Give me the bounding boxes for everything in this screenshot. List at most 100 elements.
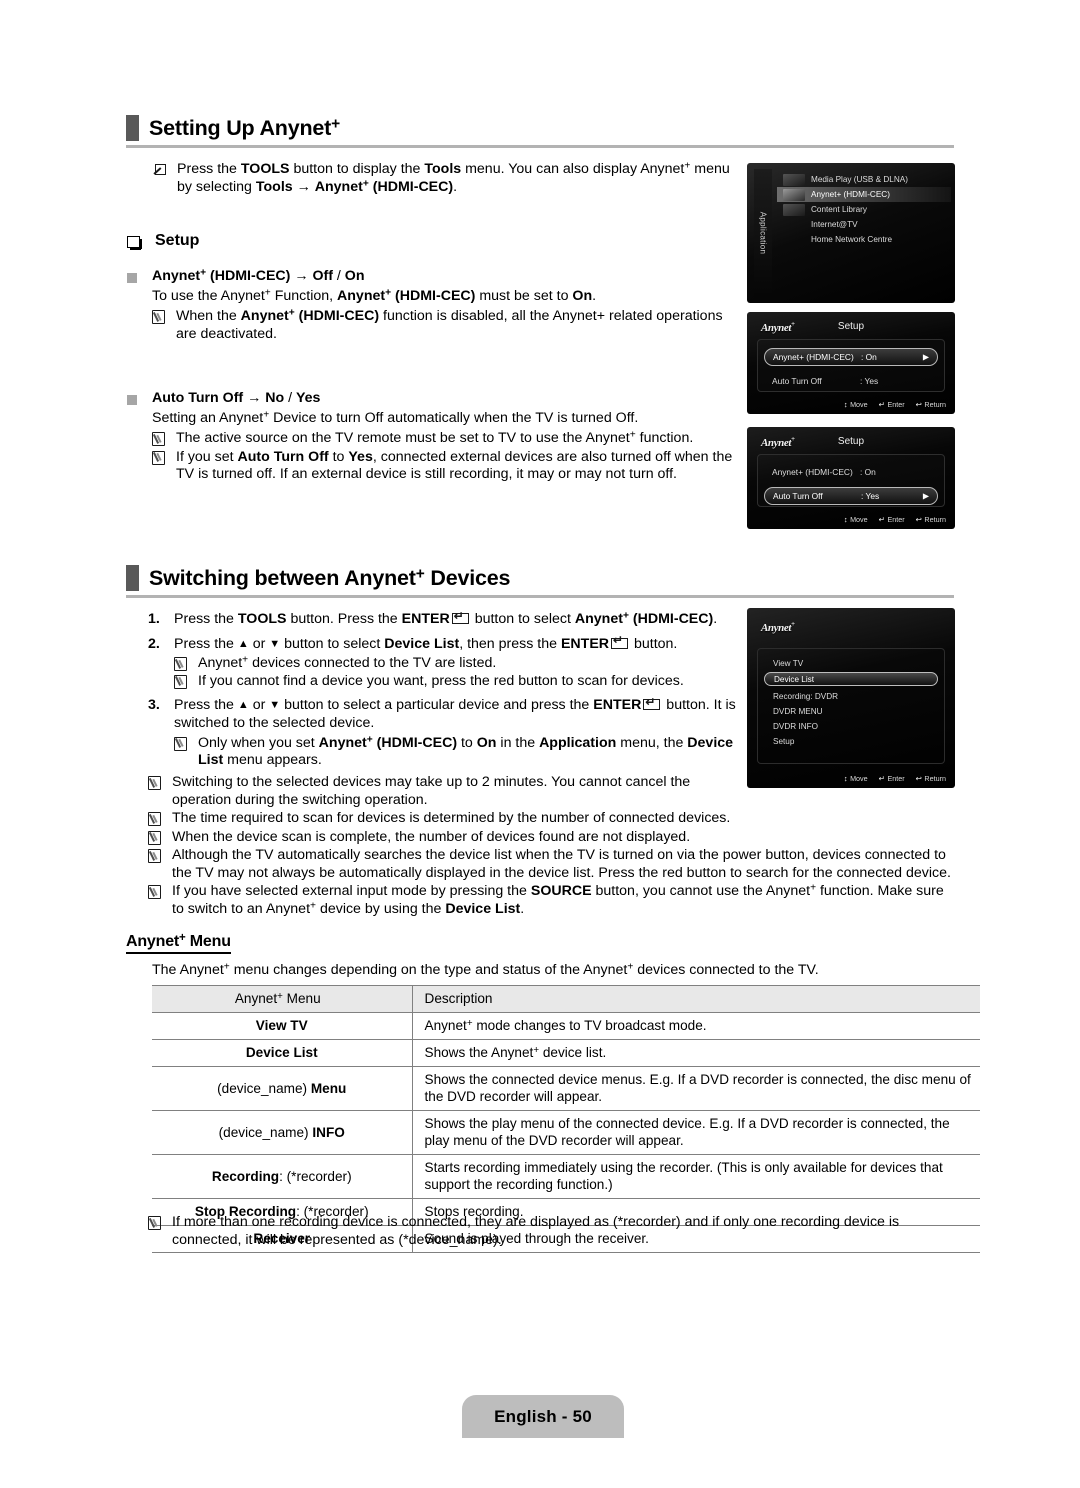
tv-screenshot-application-menu: Application Media Play (USB & DLNA) Anyn… [747,163,955,303]
chevron-right-icon: ▶ [922,491,929,501]
setup-item-note: If you set Auto Turn Off to Yes, connect… [152,449,737,484]
setup-item-auto-turn-off: Auto Turn Off → No / Yes Setting an Anyn… [127,390,737,484]
table-cell-description: Shows the Anynet+ device list. [412,1039,980,1067]
box-bullet-icon [127,236,142,250]
enter-key-icon [451,610,469,624]
anynet-menu-item-label: DVDR MENU [773,706,823,716]
move-glyph-icon: ↕ [843,774,848,783]
anynet-menu-item[interactable]: DVDR INFO [764,719,938,733]
table-cell-description: Shows the play menu of the connected dev… [412,1110,980,1155]
note-icon [148,812,161,826]
enter-label: Enter [887,774,905,783]
section-heading-setting-up: Setting Up Anynet+ [126,115,954,148]
table-row: Device List Shows the Anynet+ device lis… [152,1039,980,1067]
column-header-description: Description [412,985,980,1013]
note-icon [174,657,187,672]
table-cell-description: Shows the connected device menus. E.g. I… [412,1066,980,1111]
enter-label: Enter [887,515,905,524]
press-icon [152,164,166,177]
note-icon [148,830,161,845]
return-glyph-icon: ↩ [915,515,922,524]
anynet-menu-item-label: DVDR INFO [773,721,819,731]
setup-row-hdmi-cec[interactable]: Anynet+ (HDMI-CEC) : On ▶ [764,348,938,366]
step-note-text: Anynet+ devices connected to the TV are … [198,654,497,672]
application-item[interactable]: Home Network Centre [777,232,951,247]
move-label: Move [850,774,868,783]
square-bullet-icon [127,273,137,283]
move-glyph-icon: ↕ [843,515,848,524]
setup-item-note-text: If you set Auto Turn Off to Yes, connect… [176,448,733,483]
anynet-menu-intro: The Anynet+ menu changes depending on th… [152,961,819,978]
step-text: Press the TOOLS button. Press the ENTER … [174,610,738,629]
step-text: Press the ▲ or ▼ button to select Device… [174,634,738,654]
setup-row-auto-turn-off[interactable]: Auto Turn Off : Yes ▶ [764,487,938,505]
step-number: 1. [148,611,160,627]
enter-key-icon [643,696,661,711]
setup-screen-title: Setup [837,436,865,447]
application-item-selected[interactable]: Anynet+ (HDMI-CEC) [777,187,951,202]
setup-row-value: : On [860,467,876,477]
note-icon [148,1216,161,1230]
note-icon [152,432,165,447]
application-item[interactable]: Content Library [777,202,951,217]
setup-row-label: Anynet+ (HDMI-CEC) [772,467,853,477]
heading-marker-icon [126,115,139,141]
note-icon [152,450,165,465]
table-cell-menu: (device_name) INFO [152,1110,413,1155]
setup-screen-title: Setup [837,321,865,332]
step-note: Anynet+ devices connected to the TV are … [174,655,738,673]
enter-glyph-icon: ↵ [878,400,885,409]
table-cell-menu: Device List [152,1039,413,1067]
anynet-menu-item[interactable]: View TV [764,656,938,670]
trailing-note: When the device scan is complete, the nu… [148,829,954,847]
section-title-text: Setting Up Anynet+ [149,115,340,140]
return-label: Return [924,400,946,409]
enter-glyph-icon: ↵ [878,515,885,524]
setup-row-label: Auto Turn Off [772,376,822,386]
trailing-note: If you have selected external input mode… [148,883,954,918]
anynet-menu-item[interactable]: Setup [764,734,938,748]
step-note: If you cannot find a device you want, pr… [174,673,738,691]
return-glyph-icon: ↩ [915,400,922,409]
trailing-note-text: If you have selected external input mode… [172,883,944,917]
note-icon [152,310,165,325]
intro-note: Press the TOOLS button to display the To… [152,161,737,196]
application-item[interactable]: Media Play (USB & DLNA) [777,172,951,187]
move-glyph-icon: ↕ [843,400,848,409]
table-cell-description: Starts recording immediately using the r… [412,1154,980,1199]
trailing-note: Switching to the selected devices may ta… [148,774,738,809]
setup-group-label: Setup [127,232,199,250]
setup-row-auto-turn-off[interactable]: Auto Turn Off : Yes [764,372,938,390]
tv-screenshot-setup-auto-turn-off-selected: Anynet+ Setup Anynet+ (HDMI-CEC) : On Au… [747,427,955,529]
setup-list-frame: Anynet+ (HDMI-CEC) : On Auto Turn Off : … [757,454,945,507]
application-item-list: Media Play (USB & DLNA) Anynet+ (HDMI-CE… [777,172,951,247]
setup-item-note: The active source on the TV remote must … [152,430,737,448]
setup-item-lead: Setting an Anynet+ Device to turn Off au… [152,409,639,426]
anynet-menu-item-selected[interactable]: Device List [764,672,938,686]
setup-item-note: When the Anynet+ (HDMI-CEC) function is … [152,308,737,343]
setup-row-label: Auto Turn Off [773,491,823,501]
square-bullet-icon [127,395,137,405]
anynet-menu-item-label: Recording: DVDR [773,691,839,701]
anynet-menu-item[interactable]: Recording: DVDR [764,689,938,703]
column-header-menu: Anynet+ Menu [152,985,413,1013]
anynet-thumbnail-icon [783,188,805,201]
table-row: (device_name) INFO Shows the play menu o… [152,1110,980,1155]
section-heading-switching: Switching between Anynet+ Devices [126,565,954,598]
anynet-logo: Anynet+ [761,620,795,634]
chevron-right-icon: ▶ [922,352,929,362]
trailing-note-text: When the device scan is complete, the nu… [172,828,691,845]
note-icon [174,674,187,689]
intro-note-text: Press the TOOLS button to display the To… [177,160,730,195]
application-item[interactable]: Internet@TV [777,217,951,232]
application-item-label: Media Play (USB & DLNA) [811,175,908,184]
section-footer-note: If more than one recording device is con… [148,1214,954,1249]
anynet-menu-item-label: View TV [773,658,804,668]
trailing-note-text: Switching to the selected devices may ta… [172,774,691,808]
step-note: Only when you set Anynet+ (HDMI-CEC) to … [174,735,738,770]
note-icon [148,849,161,864]
setup-label-text: Setup [155,232,200,249]
enter-key-icon [611,634,629,649]
setup-row-hdmi-cec[interactable]: Anynet+ (HDMI-CEC) : On [764,463,938,481]
anynet-menu-item[interactable]: DVDR MENU [764,704,938,718]
